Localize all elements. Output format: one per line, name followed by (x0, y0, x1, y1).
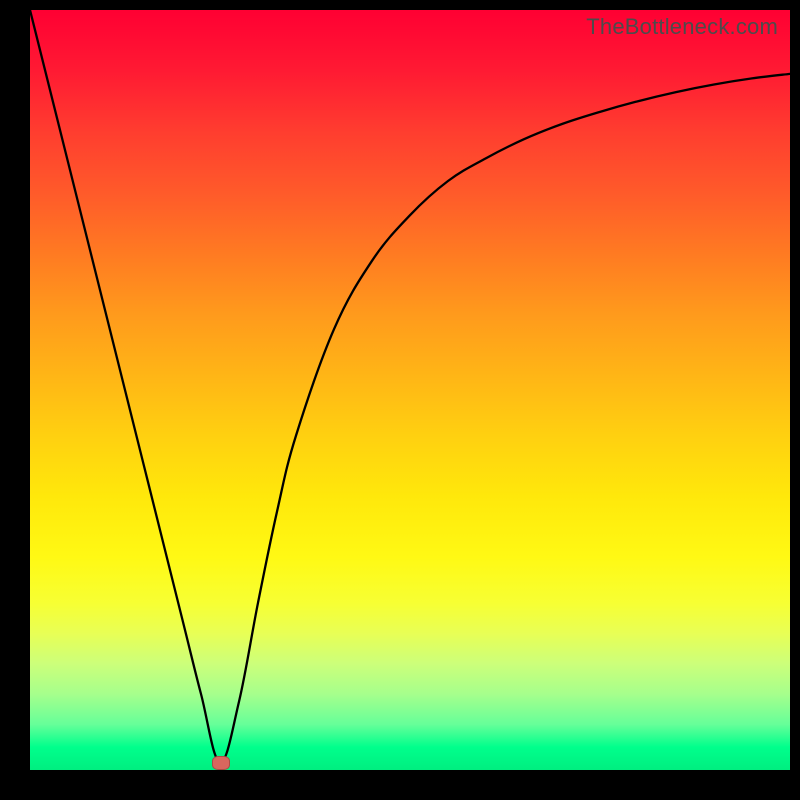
plot-area: TheBottleneck.com (30, 10, 790, 770)
chart-frame: TheBottleneck.com (0, 0, 800, 800)
bottleneck-curve (30, 10, 790, 770)
attribution-label: TheBottleneck.com (586, 14, 778, 40)
minimum-marker (212, 756, 230, 770)
